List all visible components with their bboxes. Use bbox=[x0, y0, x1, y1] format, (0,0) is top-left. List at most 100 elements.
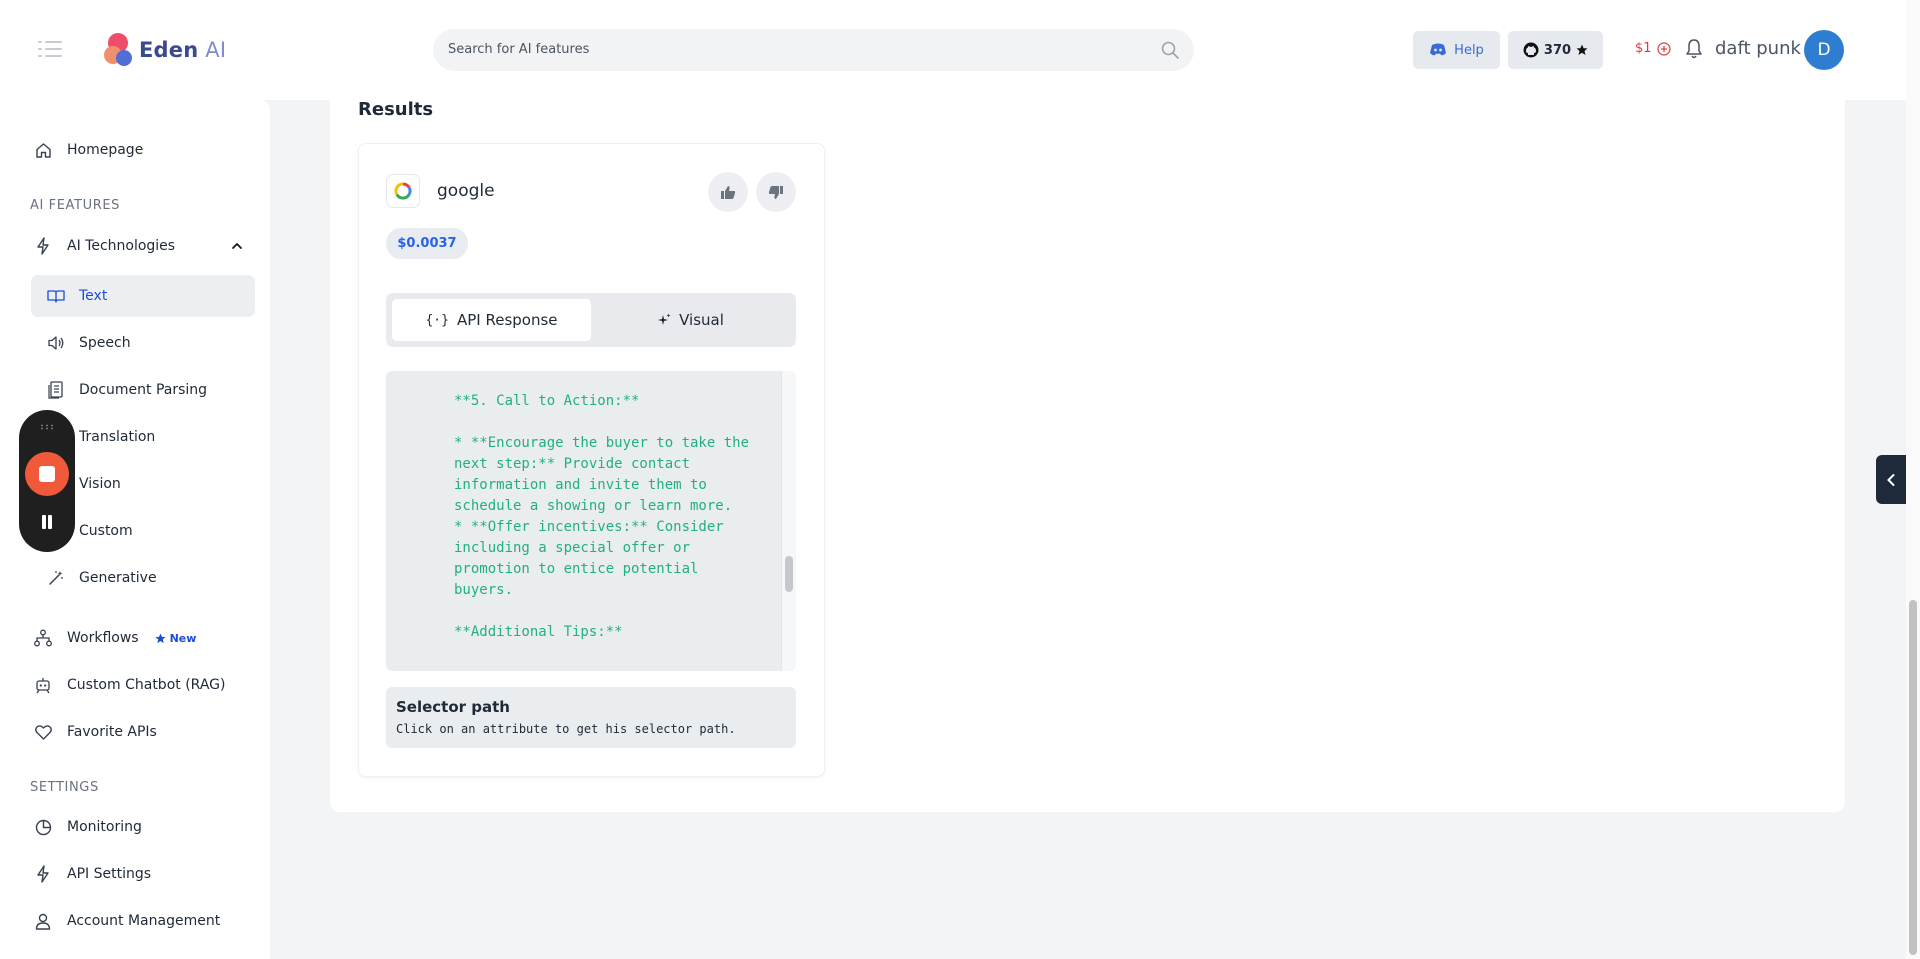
sidebar-item-label: API Settings bbox=[67, 866, 152, 882]
response-tabs: {·} API Response Visual bbox=[386, 293, 796, 347]
code-braces-icon: {·} bbox=[425, 312, 449, 328]
github-star-count: 370 bbox=[1543, 42, 1572, 58]
tab-label: Visual bbox=[679, 311, 724, 329]
notification-bell-icon[interactable] bbox=[1684, 38, 1704, 60]
api-response-code-view[interactable]: **5. Call to Action:** * **Encourage the… bbox=[386, 371, 796, 671]
thumbs-down-button[interactable] bbox=[756, 172, 796, 212]
star-icon bbox=[155, 632, 166, 643]
star-icon bbox=[1576, 44, 1588, 55]
sparkle-icon bbox=[658, 313, 671, 325]
code-line: buyers. bbox=[454, 582, 514, 598]
document-icon bbox=[47, 381, 65, 399]
user-icon bbox=[33, 911, 53, 931]
new-badge: New bbox=[169, 631, 197, 645]
thumbs-up-button[interactable] bbox=[708, 172, 748, 212]
selector-path-title: Selector path bbox=[396, 698, 510, 716]
sidebar-subitem-label: Generative bbox=[79, 570, 157, 586]
code-line: schedule a showing or learn more. bbox=[454, 498, 733, 514]
code-line: promotion to entice potential bbox=[454, 561, 699, 577]
code-line: **Additional Tips:** bbox=[454, 624, 623, 640]
credit-balance[interactable]: $1 bbox=[1635, 41, 1671, 56]
section-title-ai-features: AI FEATURES bbox=[30, 198, 120, 213]
search-placeholder: Search for AI features bbox=[448, 42, 590, 57]
chevron-up-icon[interactable] bbox=[231, 242, 243, 250]
code-scrollbar-thumb[interactable] bbox=[785, 556, 793, 592]
book-icon bbox=[47, 287, 65, 305]
add-credit-icon[interactable] bbox=[1656, 41, 1671, 56]
code-line: including a special offer or bbox=[454, 540, 691, 556]
menu-toggle-icon[interactable] bbox=[38, 40, 62, 58]
code-line: * **Offer incentives:** Consider bbox=[454, 519, 724, 535]
lightning-icon bbox=[33, 236, 53, 256]
heart-icon bbox=[33, 722, 53, 742]
sidebar-item-homepage[interactable]: Homepage bbox=[33, 140, 143, 160]
chatbot-icon bbox=[33, 675, 53, 695]
pause-recording-button[interactable] bbox=[41, 515, 53, 529]
sidebar-subitem-label: Custom bbox=[79, 523, 133, 539]
drag-handle-icon[interactable] bbox=[40, 424, 54, 430]
screen-recorder-widget[interactable] bbox=[19, 410, 75, 552]
avatar[interactable]: D bbox=[1804, 30, 1844, 70]
tab-label: API Response bbox=[456, 311, 558, 329]
sidebar-item-custom-chatbot[interactable]: Custom Chatbot (RAG) bbox=[33, 675, 225, 695]
code-line: information and invite them to bbox=[454, 477, 707, 493]
help-button[interactable]: Help bbox=[1413, 31, 1500, 69]
code-line: next step:** Provide contact bbox=[454, 456, 691, 472]
tab-api-response[interactable]: {·} API Response bbox=[392, 299, 591, 341]
chevron-left-icon bbox=[1887, 473, 1895, 486]
magic-wand-icon bbox=[47, 569, 65, 587]
discord-icon bbox=[1430, 43, 1447, 56]
thumbs-down-icon bbox=[768, 185, 783, 199]
sidebar-item-monitoring[interactable]: Monitoring bbox=[33, 817, 142, 837]
google-logo-icon bbox=[386, 174, 420, 208]
pause-icon bbox=[42, 515, 46, 529]
github-stars-button[interactable]: 370 bbox=[1508, 31, 1603, 69]
speaker-icon bbox=[47, 334, 65, 352]
page-scrollbar-thumb[interactable] bbox=[1909, 600, 1917, 955]
code-scrollbar[interactable] bbox=[781, 371, 796, 671]
sidebar-item-favorite-apis[interactable]: Favorite APIs bbox=[33, 722, 157, 742]
price-badge: $0.0037 bbox=[386, 228, 468, 259]
sidebar-subitem-document-parsing[interactable]: Document Parsing bbox=[31, 369, 255, 411]
tab-visual[interactable]: Visual bbox=[591, 299, 790, 341]
sidebar-item-label: Favorite APIs bbox=[67, 724, 157, 740]
sidebar-subitem-text[interactable]: Text bbox=[31, 275, 255, 317]
thumbs-up-icon bbox=[721, 185, 736, 199]
side-panel-toggle[interactable] bbox=[1876, 455, 1906, 504]
github-icon bbox=[1523, 42, 1539, 58]
home-icon bbox=[33, 140, 53, 160]
selector-path-panel: Selector path Click on an attribute to g… bbox=[386, 687, 796, 748]
sidebar-item-label: Workflows bbox=[67, 630, 139, 646]
sidebar-subitem-generative[interactable]: Generative bbox=[31, 557, 255, 599]
username[interactable]: daft punk bbox=[1715, 38, 1801, 59]
stop-recording-button[interactable] bbox=[25, 452, 69, 496]
sidebar-item-workflows[interactable]: Workflows New bbox=[33, 628, 196, 648]
workflow-icon bbox=[33, 628, 53, 648]
sidebar-item-label: Homepage bbox=[67, 142, 144, 158]
code-line: **5. Call to Action:** bbox=[454, 393, 640, 409]
sidebar-item-ai-technologies[interactable]: AI Technologies bbox=[33, 236, 243, 256]
sidebar-item-label: Monitoring bbox=[67, 819, 142, 835]
sidebar-subitem-label: Translation bbox=[79, 429, 156, 445]
top-header: Eden AI Search for AI features Help 370 … bbox=[0, 0, 1920, 100]
sidebar-subitem-speech[interactable]: Speech bbox=[31, 322, 255, 364]
results-title: Results bbox=[358, 99, 434, 120]
search-icon[interactable] bbox=[1160, 40, 1180, 60]
lightning-icon bbox=[33, 864, 53, 884]
search-input[interactable]: Search for AI features bbox=[433, 29, 1194, 71]
sidebar-item-label: Account Management bbox=[67, 913, 221, 929]
credit-amount: $1 bbox=[1635, 41, 1652, 56]
provider-name: google bbox=[437, 181, 495, 201]
code-line: * **Encourage the buyer to take the bbox=[454, 435, 750, 451]
sidebar-item-account-management[interactable]: Account Management bbox=[33, 911, 220, 931]
sidebar-item-api-settings[interactable]: API Settings bbox=[33, 864, 151, 884]
api-response-text: **5. Call to Action:** * **Encourage the… bbox=[454, 391, 754, 643]
sidebar-subitem-label: Speech bbox=[79, 335, 131, 351]
stop-icon bbox=[39, 466, 55, 482]
help-label: Help bbox=[1454, 42, 1484, 58]
sidebar-subitem-label: Text bbox=[79, 288, 108, 304]
eden-ai-logo[interactable]: Eden AI bbox=[104, 32, 226, 68]
sidebar-subitem-label: Document Parsing bbox=[79, 382, 208, 398]
